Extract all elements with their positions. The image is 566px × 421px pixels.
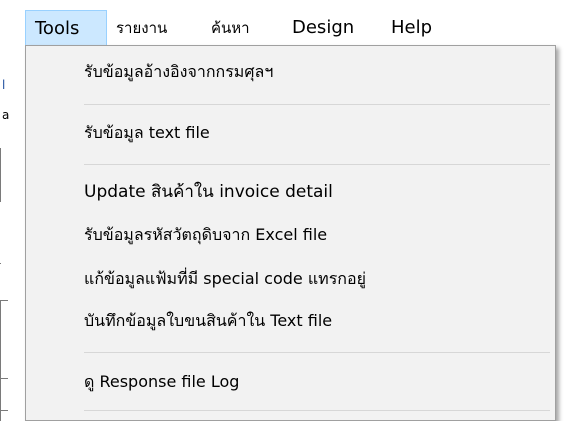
background-label-fragment: a — [2, 108, 10, 122]
menu-separator — [84, 352, 550, 353]
background-frame-line — [0, 378, 8, 379]
menu-item-save-declaration-text-file[interactable]: บันทึกข้อมูลใบขนสินค้าใน Text file — [26, 302, 555, 340]
background-frame-line — [0, 148, 1, 202]
menu-item-import-text-file[interactable]: รับข้อมูล text file — [26, 114, 555, 152]
menu-item-update-invoice-detail[interactable]: Update สินค้าใน invoice detail — [26, 173, 555, 211]
background-frame-line — [0, 300, 8, 301]
menu-item-import-material-codes-excel[interactable]: รับข้อมูลรหัสวัตถุดิบจาก Excel file — [26, 216, 555, 254]
background-frame-line — [0, 410, 8, 411]
tools-dropdown-menu: รับข้อมูลอ้างอิงจากกรมศุลฯ รับข้อมูล tex… — [25, 45, 556, 421]
menu-item-fix-special-code-files[interactable]: แก้ข้อมูลแฟ้มที่มี special code แทรกอยู่ — [26, 260, 555, 298]
menu-tools[interactable]: Tools — [25, 10, 107, 46]
menu-help[interactable]: Help — [391, 10, 432, 46]
menu-design[interactable]: Design — [292, 10, 354, 46]
menu-separator — [84, 104, 550, 105]
menu-separator — [84, 410, 550, 411]
menu-item-view-response-log[interactable]: ดู Response file Log — [26, 363, 555, 401]
background-frame-line — [0, 263, 1, 264]
background-frame-line — [0, 300, 1, 421]
menu-separator — [84, 164, 550, 165]
menu-search[interactable]: ค้นหา — [211, 10, 250, 46]
menu-bar: Tools รายงาน ค้นหา Design Help — [0, 0, 566, 47]
menu-item-import-customs-reference[interactable]: รับข้อมูลอ้างอิงจากกรมศุลฯ — [26, 53, 555, 91]
background-label-fragment: l — [2, 78, 6, 92]
menu-reports[interactable]: รายงาน — [116, 10, 167, 46]
